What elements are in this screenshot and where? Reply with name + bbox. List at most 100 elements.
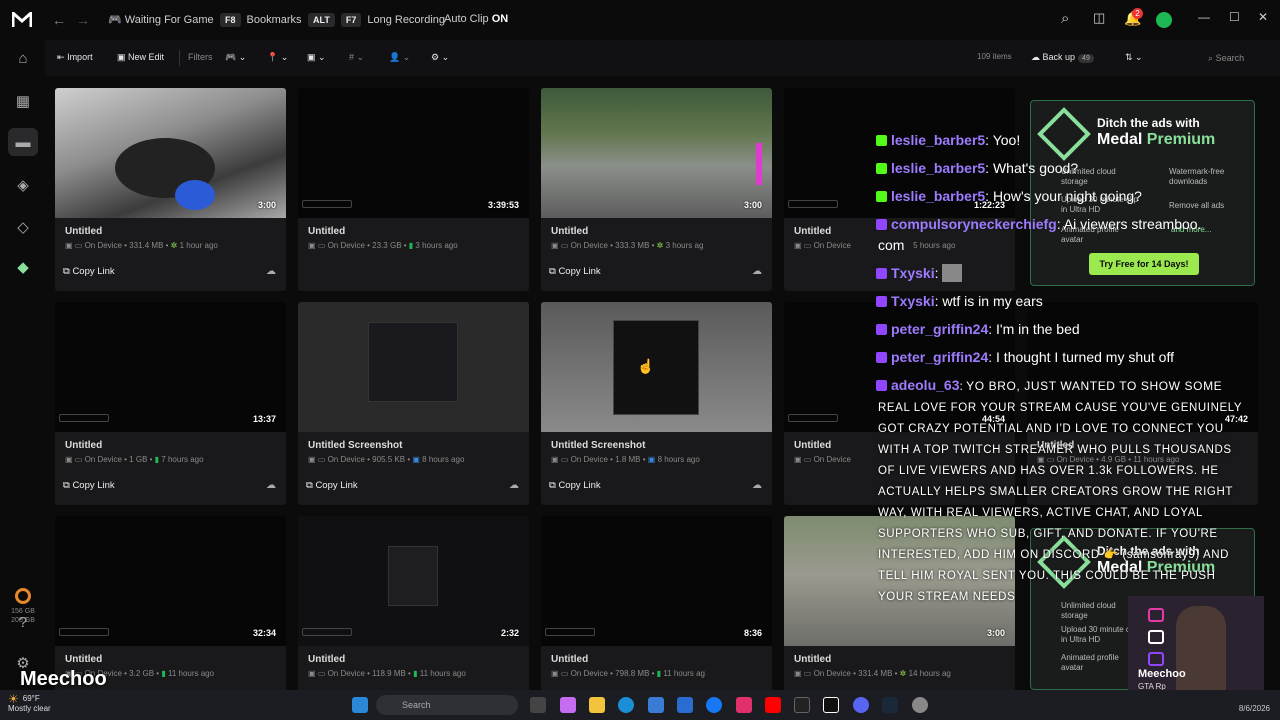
- try-free-button[interactable]: Try Free for 14 Days!: [1089, 253, 1199, 275]
- thumbnail-scene: [388, 546, 438, 606]
- clip-card[interactable]: 8:36 Untitled ▣ ▭ On Device • 798.8 MB •…: [541, 516, 772, 719]
- ad-feature-noads: Remove all ads: [1169, 201, 1225, 210]
- copilot-icon[interactable]: [560, 697, 576, 713]
- user-avatar[interactable]: [1156, 12, 1172, 28]
- folder-icon[interactable]: ▬: [13, 134, 33, 154]
- copy-link-button[interactable]: ⧉ Copy Link: [549, 480, 601, 491]
- location-filter-dropdown[interactable]: 📍 ⌄: [267, 52, 288, 63]
- upload-cloud-icon[interactable]: ☁: [752, 480, 762, 491]
- app-icon[interactable]: [677, 697, 693, 713]
- controller-icon: 🎮: [108, 14, 122, 26]
- clip-card[interactable]: Untitled Screenshot ▣ ▭ On Device • 905.…: [298, 302, 529, 505]
- clip-title: Untitled: [794, 654, 832, 665]
- clip-meta: ▣ ▭ On Device: [794, 455, 851, 464]
- twitch-icon: [876, 268, 887, 279]
- upload-cloud-icon[interactable]: ☁: [266, 266, 276, 277]
- media-type-filter-dropdown[interactable]: ▣ ⌄: [307, 52, 326, 63]
- keyboard-icon: [788, 200, 838, 208]
- cursor-icon: ☝: [637, 358, 655, 374]
- discord-icon[interactable]: [853, 697, 869, 713]
- store-icon[interactable]: [648, 697, 664, 713]
- backup-button[interactable]: ☁ Back up 49: [1031, 52, 1094, 63]
- steam-icon[interactable]: [882, 697, 898, 713]
- clip-card[interactable]: ☝ Untitled Screenshot ▣ ▭ On Device • 1.…: [541, 302, 772, 505]
- kick-icon: [876, 135, 887, 146]
- maximize-icon[interactable]: ☐: [1229, 10, 1240, 24]
- adobe-icon[interactable]: [794, 697, 810, 713]
- clip-card[interactable]: 13:37 Untitled ▣ ▭ On Device • 1 GB • ▮ …: [55, 302, 286, 505]
- streamer-watermark: Meechoo: [20, 668, 107, 690]
- new-edit-label: New Edit: [128, 52, 165, 62]
- youtube-icon[interactable]: [765, 697, 781, 713]
- search-input[interactable]: ⌕ Search: [1208, 48, 1280, 68]
- upload-cloud-icon[interactable]: ☁: [509, 480, 519, 491]
- library-icon[interactable]: ▦: [13, 92, 33, 112]
- back-arrow-icon[interactable]: ←: [52, 12, 66, 28]
- settings-taskbar-icon[interactable]: [912, 697, 928, 713]
- minimize-icon[interactable]: —: [1198, 10, 1210, 24]
- long-recording-key-alt: ALT: [308, 13, 335, 27]
- forward-arrow-icon[interactable]: →: [76, 12, 90, 28]
- clip-card[interactable]: 3:00 Untitled ▣ ▭ On Device • 333.3 MB •…: [541, 88, 772, 291]
- facebook-icon[interactable]: [706, 697, 722, 713]
- keyboard-icon: [59, 628, 109, 636]
- clip-card[interactable]: 3:39:53 Untitled ▣ ▭ On Device • 23.3 GB…: [298, 88, 529, 291]
- instagram-app-icon[interactable]: [736, 697, 752, 713]
- upload-cloud-icon[interactable]: ☁: [752, 266, 762, 277]
- game-filter-dropdown[interactable]: 🎮 ⌄: [225, 52, 246, 63]
- windows-taskbar: ☀ 69°F Mostly clear Search 8/6/2026: [0, 690, 1280, 720]
- long-recording-hotkey[interactable]: ALT F7 Long Recording: [308, 13, 445, 27]
- copy-link-button[interactable]: ⧉ Copy Link: [63, 480, 115, 491]
- clip-thumbnail: [298, 302, 529, 432]
- copy-link-button[interactable]: ⧉ Copy Link: [306, 480, 358, 491]
- taskbar-search[interactable]: Search: [376, 695, 518, 715]
- clip-title: Untitled: [65, 226, 103, 237]
- upload-cloud-icon[interactable]: ☁: [266, 480, 276, 491]
- tag-filter-dropdown[interactable]: # ⌄: [349, 52, 364, 63]
- chat-icon[interactable]: ◫: [1093, 10, 1105, 26]
- copy-link-button[interactable]: ⧉ Copy Link: [63, 266, 115, 277]
- close-icon[interactable]: ✕: [1258, 10, 1268, 24]
- help-icon[interactable]: ?: [13, 614, 33, 634]
- clip-thumbnail: 3:00: [541, 88, 772, 218]
- user-filter-dropdown[interactable]: 👤 ⌄: [389, 52, 410, 63]
- search-icon[interactable]: ⌕: [1061, 10, 1069, 27]
- sort-dropdown[interactable]: ⇅ ⌄: [1125, 52, 1143, 63]
- games-icon[interactable]: ◈: [13, 176, 33, 196]
- premium-icon[interactable]: ◇: [13, 218, 33, 238]
- thumbnail-object: [756, 143, 762, 185]
- system-clock[interactable]: 8/6/2026: [1239, 694, 1270, 714]
- copy-link-button[interactable]: ⧉ Copy Link: [549, 266, 601, 277]
- medal-taskbar-icon[interactable]: [823, 697, 839, 713]
- clip-card[interactable]: 3:00 Untitled ▣ ▭ On Device • 331.4 MB •…: [55, 88, 286, 291]
- twitch-icon: [876, 296, 887, 307]
- task-view-icon[interactable]: [530, 697, 546, 713]
- file-explorer-icon[interactable]: [589, 697, 605, 713]
- import-label: Import: [67, 52, 93, 62]
- import-button[interactable]: ⇤ Import: [57, 52, 93, 63]
- clip-duration: 32:34: [252, 628, 276, 638]
- autoclip-toggle[interactable]: Auto Clip ON: [444, 13, 508, 25]
- weather-widget[interactable]: ☀ 69°F Mostly clear: [8, 693, 51, 714]
- medal-premium-icon[interactable]: ◆: [13, 258, 33, 278]
- chat-message: leslie_barber5: What's good?: [872, 160, 1078, 176]
- new-edit-button[interactable]: ▣ New Edit: [117, 52, 164, 63]
- windows-start-icon[interactable]: [352, 697, 368, 713]
- kick-icon: [876, 191, 887, 202]
- clip-title: Untitled: [65, 440, 103, 451]
- edge-icon[interactable]: [618, 697, 634, 713]
- title-bar: ← → 🎮 Waiting For Game F8 Bookmarks ALT F7…: [0, 0, 1280, 40]
- clip-thumbnail: 2:32: [298, 516, 529, 646]
- game-status[interactable]: 🎮 Waiting For Game: [108, 13, 214, 26]
- medal-logo-icon[interactable]: [12, 12, 32, 28]
- settings-filter-dropdown[interactable]: ⚙ ⌄: [431, 52, 449, 63]
- search-placeholder: Search: [1215, 53, 1245, 63]
- home-icon[interactable]: ⌂: [13, 50, 33, 70]
- clip-card[interactable]: 2:32 Untitled ▣ ▭ On Device • 118.9 MB •…: [298, 516, 529, 719]
- bookmarks-hotkey[interactable]: F8 Bookmarks: [220, 13, 302, 27]
- chat-message: Txyski:: [872, 264, 963, 282]
- clip-title: Untitled: [794, 226, 832, 237]
- bookmarks-label: Bookmarks: [246, 14, 302, 26]
- clip-meta: ▣ ▭ On Device • 1 GB • ▮ 7 hours ago: [65, 455, 204, 464]
- long-recording-label: Long Recording: [367, 14, 446, 26]
